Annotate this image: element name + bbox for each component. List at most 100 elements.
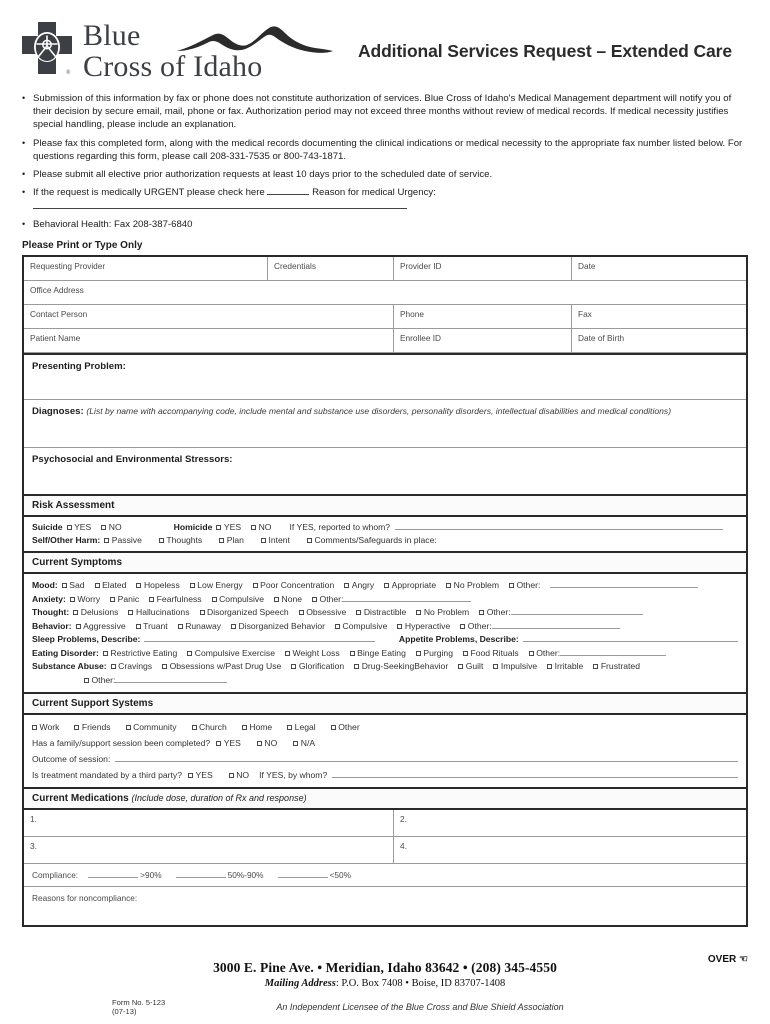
field-phone[interactable]: Phone <box>394 304 572 328</box>
anxiety-other-input-line[interactable] <box>343 600 472 602</box>
checkbox-icon[interactable] <box>231 623 237 629</box>
checkbox-eating-food-rituals[interactable]: Food Rituals <box>462 648 519 658</box>
checkbox-suicide-yes[interactable]: YES <box>66 522 91 532</box>
checkbox-icon[interactable] <box>384 583 390 589</box>
checkbox-icon[interactable] <box>291 664 297 670</box>
checkbox-mood-angry[interactable]: Angry <box>344 580 374 590</box>
field-medication-2[interactable]: 2. <box>394 810 746 836</box>
checkbox-icon[interactable] <box>110 664 116 670</box>
checkbox-eating-other[interactable]: Other: <box>528 648 560 658</box>
mandated-followup-input-line[interactable] <box>332 776 738 778</box>
checkbox-mood-low-energy[interactable]: Low Energy <box>189 580 243 590</box>
checkbox-icon[interactable] <box>547 664 553 670</box>
checkbox-family-no[interactable]: NO <box>256 738 277 748</box>
checkbox-icon[interactable] <box>187 650 193 656</box>
field-contact-person[interactable]: Contact Person <box>24 304 394 328</box>
field-requesting-provider[interactable]: Requesting Provider <box>24 256 268 280</box>
checkbox-icon[interactable] <box>136 583 142 589</box>
checkbox-icon[interactable] <box>211 596 217 602</box>
checkbox-anxiety-other[interactable]: Other: <box>312 594 343 604</box>
checkbox-support-home[interactable]: Home <box>241 722 272 732</box>
checkbox-icon[interactable] <box>252 583 258 589</box>
field-patient-name[interactable]: Patient Name <box>24 328 394 352</box>
checkbox-mood-other[interactable]: Other: <box>508 580 540 590</box>
checkbox-icon[interactable] <box>273 596 279 602</box>
checkbox-thought-delusions[interactable]: Delusions <box>73 607 118 617</box>
checkbox-mood-elated[interactable]: Elated <box>94 580 126 590</box>
checkbox-substance-cravings[interactable]: Cravings <box>110 661 152 671</box>
checkbox-suicide-no[interactable]: NO <box>101 522 122 532</box>
checkbox-thought-distractible[interactable]: Distractible <box>356 607 406 617</box>
checkbox-icon[interactable] <box>228 772 234 778</box>
checkbox-substance-glorification[interactable]: Glorification <box>291 661 344 671</box>
checkbox-anxiety-panic[interactable]: Panic <box>110 594 139 604</box>
checkbox-anxiety-worry[interactable]: Worry <box>69 594 100 604</box>
checkbox-behavior-aggressive[interactable]: Aggressive <box>75 621 126 631</box>
checkbox-mood-sad[interactable]: Sad <box>61 580 85 590</box>
checkbox-icon[interactable] <box>460 623 466 629</box>
checkbox-icon[interactable] <box>73 610 79 616</box>
checkbox-substance-obsessions[interactable]: Obsessions w/Past Drug Use <box>162 661 281 671</box>
field-office-address[interactable]: Office Address <box>24 281 746 304</box>
appetite-problems-input-line[interactable] <box>522 641 738 643</box>
checkbox-icon[interactable] <box>312 596 318 602</box>
checkbox-mood-no-problem[interactable]: No Problem <box>446 580 499 590</box>
checkbox-support-work[interactable]: Work <box>32 722 59 732</box>
checkbox-icon[interactable] <box>256 740 262 746</box>
checkbox-icon[interactable] <box>84 677 89 683</box>
checkbox-behavior-disorganized[interactable]: Disorganized Behavior <box>231 621 325 631</box>
checkbox-icon[interactable] <box>110 596 116 602</box>
substance-other-input-line[interactable] <box>115 681 228 683</box>
urgency-reason-input-line[interactable] <box>33 208 407 210</box>
field-credentials[interactable]: Credentials <box>268 256 394 280</box>
checkbox-icon[interactable] <box>66 524 72 530</box>
checkbox-eating-restrictive[interactable]: Restrictive Eating <box>102 648 177 658</box>
checkbox-icon[interactable] <box>177 623 183 629</box>
field-provider-id[interactable]: Provider ID <box>394 256 572 280</box>
checkbox-harm-passive[interactable]: Passive <box>104 535 142 545</box>
thought-other-input-line[interactable] <box>510 614 643 616</box>
checkbox-icon[interactable] <box>191 724 197 730</box>
checkbox-thought-no-problem[interactable]: No Problem <box>416 607 469 617</box>
checkbox-icon[interactable] <box>287 724 293 730</box>
sleep-problems-input-line[interactable] <box>144 641 375 643</box>
checkbox-icon[interactable] <box>593 664 599 670</box>
checkbox-icon[interactable] <box>260 538 266 544</box>
checkbox-support-community[interactable]: Community <box>125 722 177 732</box>
outcome-of-session-input-line[interactable] <box>115 760 738 762</box>
behavior-other-input-line[interactable] <box>491 627 620 629</box>
checkbox-support-friends[interactable]: Friends <box>74 722 111 732</box>
checkbox-harm-plan[interactable]: Plan <box>219 535 244 545</box>
checkbox-icon[interactable] <box>493 664 499 670</box>
checkbox-icon[interactable] <box>284 650 290 656</box>
checkbox-behavior-runaway[interactable]: Runaway <box>177 621 221 631</box>
mood-other-input-line[interactable] <box>550 587 699 589</box>
checkbox-harm-intent[interactable]: Intent <box>260 535 290 545</box>
checkbox-icon[interactable] <box>416 610 422 616</box>
field-medication-4[interactable]: 4. <box>394 837 746 863</box>
checkbox-icon[interactable] <box>94 583 100 589</box>
eating-other-input-line[interactable] <box>560 654 667 656</box>
checkbox-icon[interactable] <box>397 623 403 629</box>
checkbox-icon[interactable] <box>508 583 514 589</box>
checkbox-icon[interactable] <box>189 583 195 589</box>
checkbox-icon[interactable] <box>528 650 534 656</box>
checkbox-icon[interactable] <box>125 724 131 730</box>
field-date[interactable]: Date <box>572 257 746 280</box>
checkbox-icon[interactable] <box>334 623 340 629</box>
checkbox-thought-disorganized-speech[interactable]: Disorganized Speech <box>199 607 289 617</box>
field-medication-1[interactable]: 1. <box>24 809 394 836</box>
checkbox-icon[interactable] <box>344 583 350 589</box>
checkbox-icon[interactable] <box>128 610 134 616</box>
checkbox-substance-irritable[interactable]: Irritable <box>547 661 583 671</box>
checkbox-icon[interactable] <box>158 538 164 544</box>
checkbox-thought-other[interactable]: Other: <box>479 607 511 617</box>
field-fax[interactable]: Fax <box>572 305 746 328</box>
checkbox-harm-comments[interactable]: Comments/Safeguards in place: <box>306 535 437 545</box>
checkbox-substance-drug-seeking[interactable]: Drug-SeekingBehavior <box>354 661 448 671</box>
checkbox-icon[interactable] <box>149 596 155 602</box>
section-presenting-problem[interactable]: Presenting Problem: <box>24 352 746 400</box>
checkbox-icon[interactable] <box>354 664 360 670</box>
checkbox-icon[interactable] <box>104 538 110 544</box>
checkbox-icon[interactable] <box>32 724 37 730</box>
